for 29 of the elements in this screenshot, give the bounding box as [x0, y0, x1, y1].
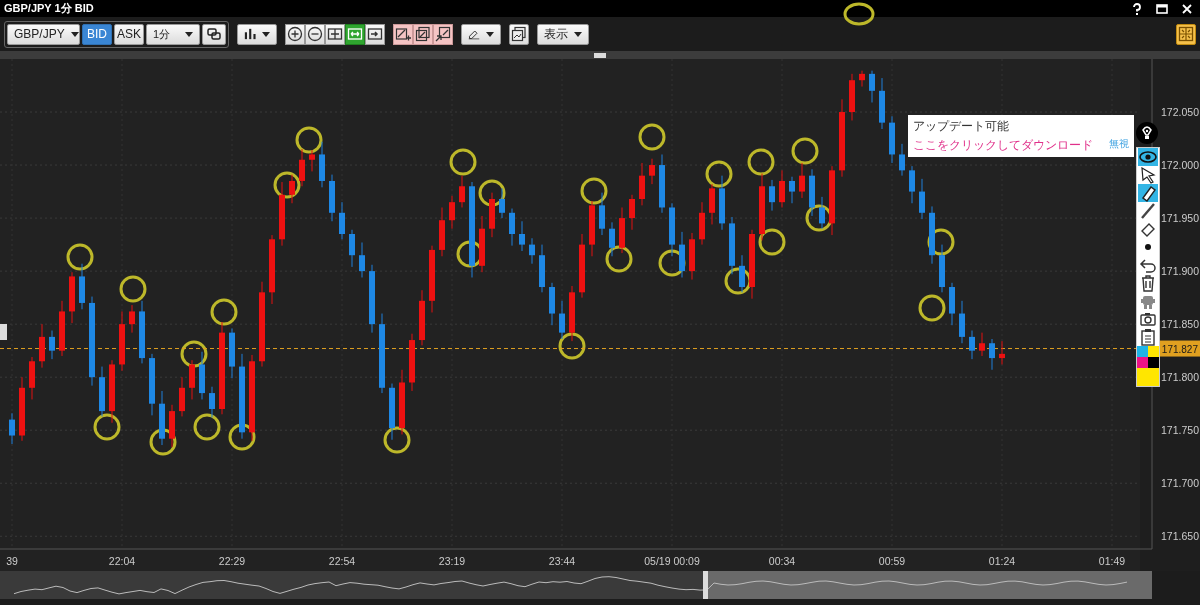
time-tick-label: 00:34 [768, 555, 796, 567]
price-tick-label: 171.900 [1161, 265, 1199, 278]
price-tick-label: 172.050 [1161, 106, 1199, 119]
price-tick-label: 171.950 [1161, 212, 1199, 225]
price-side-tab[interactable]: BID [82, 23, 112, 45]
time-tick-label: 23:19 [438, 555, 466, 567]
time-tick-label: 22:29 [218, 555, 246, 567]
price-tick-label: 172.000 [1161, 159, 1199, 172]
time-tick-label: 23:44 [548, 555, 576, 567]
display-menu[interactable]: 表示 [537, 23, 589, 45]
notification-title: アップデート可能 [913, 118, 1010, 135]
price-tick-label: 171.700 [1161, 477, 1199, 490]
ref-line-label: 171.827 [1161, 343, 1199, 355]
price-tick-label: 171.800 [1161, 371, 1199, 384]
window-title: GBP/JPY 1分 BID [4, 1, 94, 16]
time-tick-label: 01:24 [988, 555, 1016, 567]
time-tick-label: 39 [6, 555, 18, 567]
price-tick-label: 171.850 [1161, 318, 1199, 331]
price-tick-label: 171.650 [1161, 530, 1199, 543]
time-tick-label: 22:54 [328, 555, 356, 567]
download-link[interactable]: ここをクリックしてダウンロード [913, 137, 1093, 154]
symbol-dropdown[interactable]: GBP/JPY [7, 23, 80, 45]
price-tick-label: 171.750 [1161, 424, 1199, 437]
timeframe-dropdown[interactable]: 1分 [146, 23, 200, 45]
time-tick-label: 00:59 [878, 555, 906, 567]
price-side-tab[interactable]: ASK [114, 23, 144, 45]
time-tick-label: 22:04 [108, 555, 136, 567]
time-tick-label: 01:49 [1098, 555, 1126, 567]
time-tick-label: 05/19 00:09 [644, 555, 700, 567]
